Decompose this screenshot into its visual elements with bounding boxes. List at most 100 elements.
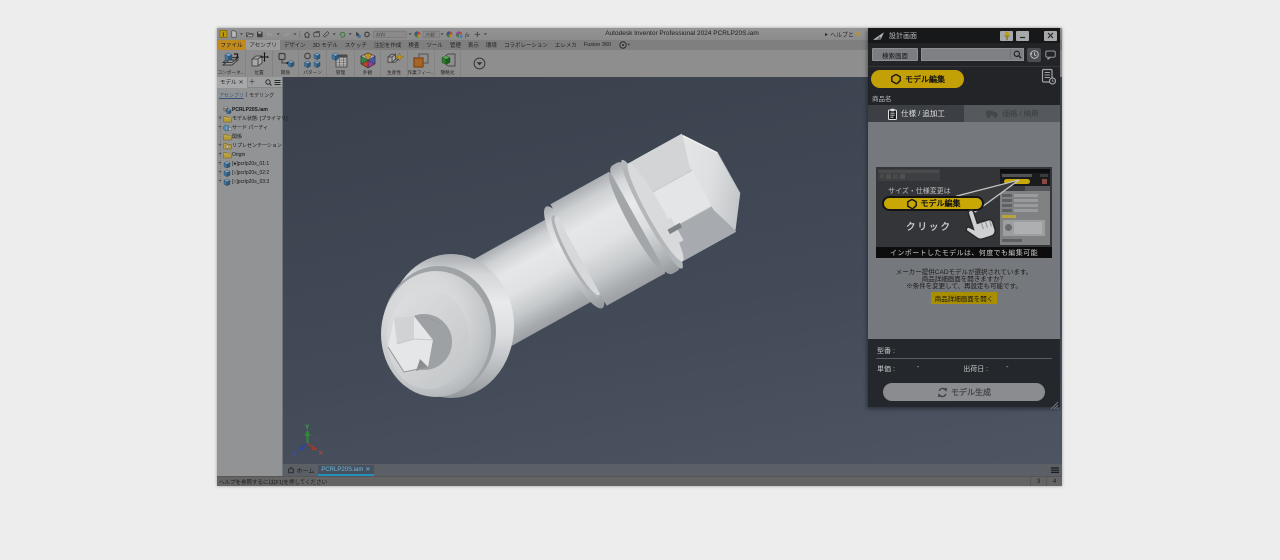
- add-qat-icon[interactable]: [474, 30, 481, 37]
- close-icon[interactable]: ✕: [239, 79, 244, 86]
- qat-dropdown-arrow[interactable]: [483, 32, 487, 35]
- measure-dropdown[interactable]: [332, 32, 336, 35]
- ribbon-tab-2[interactable]: デザイン: [280, 40, 309, 50]
- save-button[interactable]: [256, 30, 263, 37]
- redo-button[interactable]: [282, 31, 290, 37]
- resize-grip[interactable]: [1050, 397, 1058, 405]
- parameters-fx-icon[interactable]: fx: [464, 30, 472, 37]
- tab-spec[interactable]: 仕様 / 追加工: [868, 105, 964, 122]
- document-tab-0[interactable]: ホーム: [283, 465, 318, 476]
- update-button[interactable]: [338, 30, 345, 37]
- material-dropdown-arrow[interactable]: [408, 32, 412, 35]
- appearance-wheel-icon[interactable]: [414, 30, 421, 37]
- browser-tab-model[interactable]: モデル✕: [217, 77, 248, 88]
- new-file-button[interactable]: [230, 30, 236, 38]
- inventor-logo-icon[interactable]: I: [219, 30, 227, 38]
- ribbon-tab-7[interactable]: ツール: [423, 40, 447, 50]
- undo-dropdown[interactable]: [276, 32, 280, 35]
- update-dropdown[interactable]: [348, 32, 352, 35]
- tree-item[interactable]: + [○]pcrlp20s_02:2: [217, 168, 282, 177]
- ribbon-tab-3[interactable]: 3D モデル: [309, 40, 341, 50]
- ribbon-panel-free-move[interactable]: 位置: [246, 50, 273, 77]
- ribbon-tab-9[interactable]: 表示: [464, 40, 482, 50]
- constrain-icon: [277, 52, 295, 69]
- search-screen-button[interactable]: 検索画面: [872, 48, 918, 61]
- tab-list-menu-icon[interactable]: [1051, 467, 1062, 476]
- ribbon-tab-13[interactable]: Fusion 360: [580, 40, 614, 50]
- browser-add-button[interactable]: ＋: [248, 77, 257, 87]
- redo-dropdown[interactable]: [293, 32, 297, 35]
- look-at-button[interactable]: [313, 30, 320, 37]
- adjust-icon[interactable]: [446, 30, 453, 37]
- cad-model[interactable]: [370, 118, 750, 408]
- tree-item[interactable]: 関係: [217, 132, 282, 141]
- tree-item[interactable]: +Origin: [217, 150, 282, 159]
- home-view-button[interactable]: [303, 30, 310, 37]
- model-edit-button[interactable]: モデル編集: [871, 70, 964, 88]
- feedback-icon[interactable]: [1044, 49, 1056, 61]
- ribbon-tab-0[interactable]: ファイル: [217, 40, 246, 50]
- svg-decor: [303, 30, 310, 37]
- ribbon-expand-button[interactable]: [461, 50, 497, 77]
- menu-icon[interactable]: [273, 79, 282, 86]
- ribbon-tab-12[interactable]: エレメカ: [551, 40, 580, 50]
- ribbon-panel-productivity[interactable]: 生産性: [381, 50, 408, 77]
- ribbon-panel-constrain[interactable]: 関係: [273, 50, 299, 77]
- ribbon-panel-appearance[interactable]: 外観: [355, 50, 381, 77]
- ribbon-help-icon[interactable]: [615, 40, 634, 50]
- history-button[interactable]: [1027, 48, 1041, 62]
- model-tree: PCRLP20S.iam+モデル状態: [プライマリ]+サード パーティ関係+リ…: [217, 105, 282, 186]
- ribbon-tab-8[interactable]: 管理: [446, 40, 464, 50]
- ribbon-tab-10[interactable]: 環境: [482, 40, 500, 50]
- modeling-link[interactable]: モデリング: [249, 92, 274, 99]
- help-search[interactable]: ▸ヘルプと: [825, 28, 860, 40]
- svg-decor: [332, 32, 336, 35]
- appearance-dropdown[interactable]: 外観: [423, 30, 441, 37]
- close-icon[interactable]: ✕: [365, 466, 370, 473]
- undo-button[interactable]: [265, 31, 273, 37]
- pin-button[interactable]: [1000, 31, 1013, 41]
- tree-item[interactable]: + [●]pcrlp20s_01:1: [217, 159, 282, 168]
- tree-item[interactable]: + [○]pcrlp20s_03:3: [217, 177, 282, 186]
- ribbon-tab-11[interactable]: コラボレーション: [500, 40, 551, 50]
- triad-x-label: X: [319, 450, 324, 456]
- svg-decor: [937, 387, 948, 398]
- tutorial-banner[interactable]: サイズ・仕様変更は モデル編集 クリック インポートしたモデルは、何度でも編集可…: [876, 167, 1052, 258]
- settings-button[interactable]: [363, 30, 370, 37]
- minimize-button[interactable]: [1016, 31, 1029, 41]
- search-input[interactable]: [921, 48, 1024, 61]
- ribbon-tab-6[interactable]: 検査: [405, 40, 423, 50]
- ribbon-panel-work-features[interactable]: 作業フィー...: [408, 50, 435, 77]
- rlabel: 関係: [281, 70, 290, 76]
- ribbon-panel-simplify[interactable]: 簡略化: [435, 50, 461, 77]
- tree-item[interactable]: +モデル状態: [プライマリ]: [217, 114, 282, 123]
- measure-button[interactable]: [322, 30, 329, 37]
- svg-decor: [239, 32, 243, 35]
- tree-item[interactable]: +サード パーティ: [217, 123, 282, 132]
- material-dropdown[interactable]: 材料: [373, 30, 407, 37]
- close-button[interactable]: [1044, 31, 1057, 41]
- svg-decor: [249, 52, 269, 69]
- tree-item[interactable]: +リプレゼンテーション: [217, 141, 282, 150]
- ribbon-panel-bom[interactable]: 管理: [327, 50, 355, 77]
- new-dropdown[interactable]: [239, 32, 243, 35]
- spec-sheet-icon[interactable]: [1041, 68, 1056, 90]
- open-product-detail-button[interactable]: 商品詳細画面を開く: [931, 292, 997, 304]
- open-button[interactable]: [245, 30, 253, 37]
- select-button[interactable]: [354, 30, 360, 37]
- ribbon-panel-pattern[interactable]: パターン: [299, 50, 327, 77]
- document-tab-1[interactable]: PCRLP20S.iam✕: [318, 465, 374, 476]
- generate-model-button[interactable]: モデル生成: [883, 383, 1045, 401]
- appearance-dropdown-arrow[interactable]: [440, 32, 444, 35]
- assembly-link[interactable]: アセンブリ: [219, 92, 244, 99]
- search-icon[interactable]: [1010, 49, 1023, 60]
- ribbon-panel-place-component[interactable]: コンポーネ...: [217, 50, 246, 77]
- ribbon-tab-5[interactable]: 注記を作成: [370, 40, 405, 50]
- tab-price[interactable]: 価格 / 納期: [964, 105, 1060, 122]
- tree-item[interactable]: PCRLP20S.iam: [217, 105, 282, 114]
- ribbon-tab-1[interactable]: アセンブリ: [246, 40, 280, 50]
- search-icon[interactable]: [264, 79, 273, 86]
- palette-title-bar: 設計画面: [868, 28, 1060, 43]
- clear-overrides-icon[interactable]: [455, 30, 462, 37]
- ribbon-tab-4[interactable]: スケッチ: [341, 40, 370, 50]
